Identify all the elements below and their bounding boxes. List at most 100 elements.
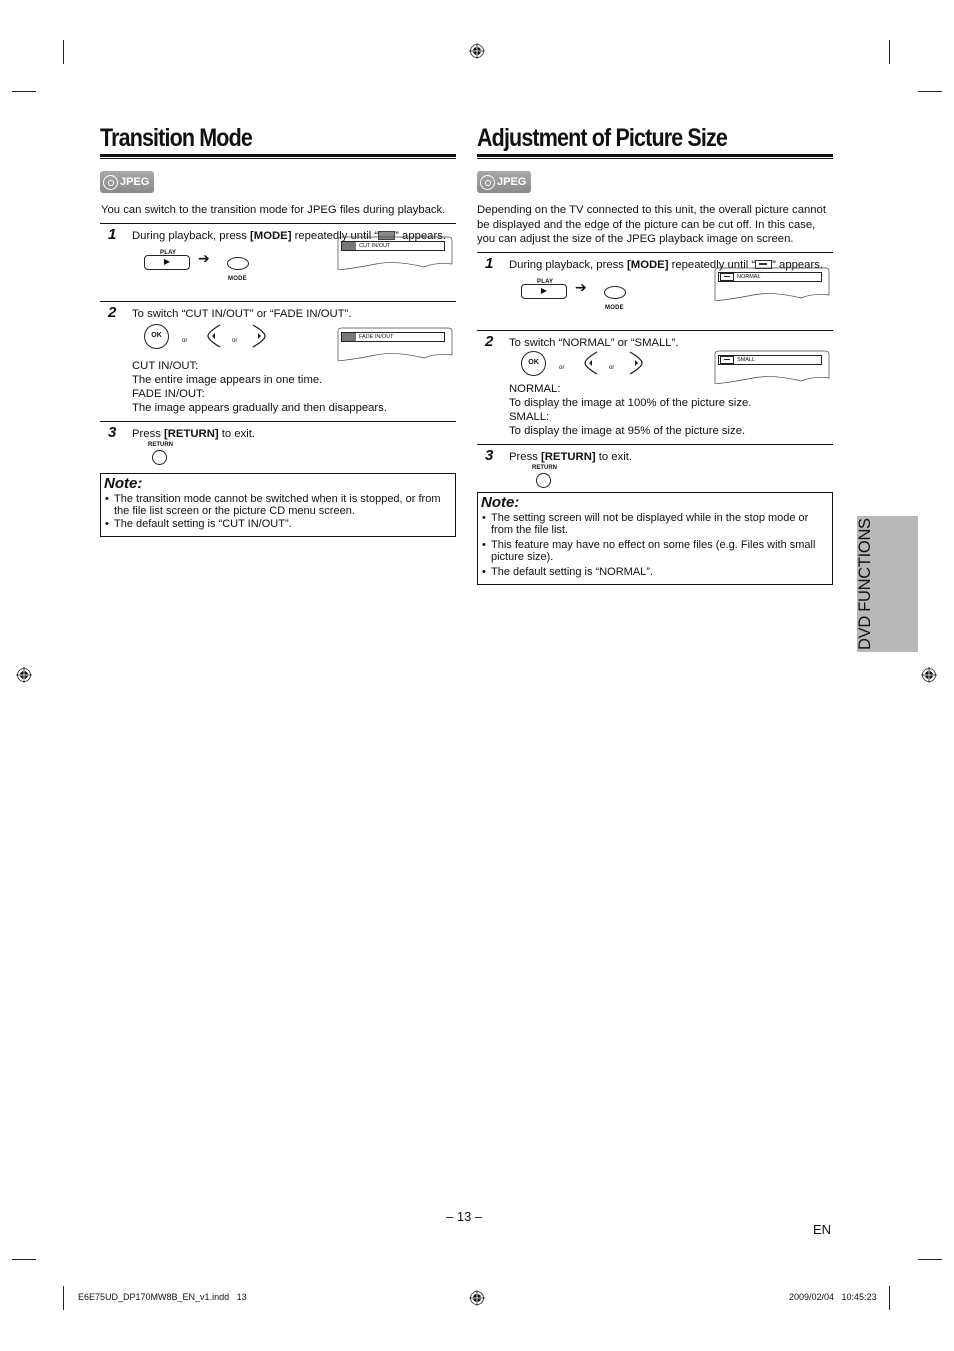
or-text: or bbox=[232, 337, 238, 344]
step-text: To switch “NORMAL” or “SMALL”. bbox=[509, 336, 679, 349]
note-item: The default setting is “CUT IN/OUT”. bbox=[104, 518, 451, 530]
mode-button[interactable] bbox=[604, 285, 626, 299]
jpeg-transition-icon bbox=[342, 332, 356, 341]
option-description: The image appears gradually and then dis… bbox=[132, 401, 387, 414]
disc-icon bbox=[103, 174, 118, 190]
jpeg-badge: JPEG bbox=[477, 171, 531, 193]
crop-mark bbox=[918, 1259, 942, 1260]
or-text: or bbox=[559, 364, 565, 371]
mode-button[interactable] bbox=[227, 256, 249, 270]
mode-label: MODE bbox=[228, 275, 247, 282]
crop-mark bbox=[63, 40, 64, 64]
return-button[interactable] bbox=[152, 449, 167, 465]
osd-text: FADE IN/OUT bbox=[359, 333, 394, 340]
step-3: 3 Press [RETURN] to exit. RETURN bbox=[477, 445, 833, 490]
step-text: to exit. bbox=[595, 450, 633, 463]
note-item: This feature may have no effect on some … bbox=[481, 539, 828, 563]
or-text: or bbox=[182, 337, 188, 344]
option-descriptions: NORMAL: To display the image at 100% of … bbox=[509, 382, 833, 438]
crop-mark bbox=[12, 91, 36, 92]
title-rule bbox=[477, 154, 833, 159]
step-text: During playback, press bbox=[509, 258, 628, 271]
osd-text: SMALL bbox=[737, 356, 756, 363]
step-text: Press bbox=[509, 450, 542, 463]
left-arrow-button[interactable] bbox=[206, 323, 222, 348]
step-2: 2 To switch “CUT IN/OUT” or “FADE IN/OUT… bbox=[100, 302, 456, 421]
ok-label: OK bbox=[151, 332, 162, 339]
step-number: 1 bbox=[108, 225, 117, 243]
registration-mark-icon bbox=[469, 43, 485, 59]
return-label: RETURN bbox=[148, 441, 173, 448]
ok-button[interactable]: OK bbox=[144, 323, 169, 349]
section-title: Adjustment of Picture Size bbox=[477, 124, 728, 152]
key-name: [RETURN] bbox=[164, 427, 219, 440]
note-title: Note: bbox=[104, 474, 143, 492]
note-item: The setting screen will not be displayed… bbox=[481, 512, 828, 536]
step-1: 1 During playback, press [MODE] repeated… bbox=[477, 253, 833, 330]
return-label: RETURN bbox=[532, 464, 557, 471]
key-name: [RETURN] bbox=[541, 450, 596, 463]
crop-mark bbox=[889, 40, 890, 64]
crop-mark bbox=[63, 1286, 64, 1310]
step-text: to exit. bbox=[218, 427, 256, 440]
tv-screen-osd: FADE IN/OUT bbox=[336, 327, 454, 361]
step-number: 2 bbox=[108, 303, 117, 321]
title-rule bbox=[100, 154, 456, 159]
or-text: or bbox=[609, 364, 615, 371]
step-diagram: PLAY ▶ ➔ MODE NORMAL bbox=[477, 267, 833, 324]
ok-label: OK bbox=[528, 359, 539, 366]
registration-mark-icon bbox=[921, 667, 937, 683]
step-1: 1 During playback, press [MODE] repeated… bbox=[100, 224, 456, 301]
tv-screen-osd: NORMAL bbox=[713, 267, 831, 301]
language-label: EN bbox=[813, 1222, 832, 1237]
note-box: Note: The transition mode cannot be swit… bbox=[100, 472, 456, 537]
step-number: 3 bbox=[108, 423, 117, 441]
osd-text: CUT IN/OUT bbox=[359, 242, 391, 249]
option-label: SMALL: bbox=[509, 410, 550, 423]
step-number: 1 bbox=[485, 254, 494, 272]
osd-text: NORMAL bbox=[737, 273, 761, 280]
tv-screen-osd: CUT IN/OUT bbox=[336, 236, 454, 270]
key-name: [MODE] bbox=[627, 258, 669, 271]
option-label: CUT IN/OUT: bbox=[132, 359, 199, 372]
arrow-icon: ➔ bbox=[198, 249, 210, 266]
print-timestamp: 2009/02/04 10:45:23 bbox=[789, 1292, 877, 1302]
note-title: Note: bbox=[481, 493, 520, 511]
section-tab-label: DVD FUNCTIONS bbox=[856, 518, 874, 650]
play-button[interactable]: ▶ bbox=[521, 283, 567, 299]
step-text: Press bbox=[132, 427, 165, 440]
ok-button[interactable]: OK bbox=[521, 350, 546, 376]
option-label: NORMAL: bbox=[509, 382, 561, 395]
arrow-icon: ➔ bbox=[575, 278, 587, 295]
return-button[interactable] bbox=[536, 472, 551, 488]
disc-icon bbox=[480, 174, 495, 190]
picture-size-icon bbox=[720, 272, 734, 281]
step-diagram: OK or or FADE IN/OUT bbox=[132, 321, 456, 361]
file-info: E6E75UD_DP170MW8B_EN_v1.indd 13 bbox=[78, 1292, 247, 1302]
crop-mark bbox=[12, 1259, 36, 1260]
right-arrow-button[interactable] bbox=[251, 323, 267, 348]
step-text: To switch “CUT IN/OUT” or “FADE IN/OUT”. bbox=[132, 307, 352, 320]
left-arrow-button[interactable] bbox=[583, 350, 599, 375]
option-description: To display the image at 100% of the pict… bbox=[509, 396, 752, 409]
intro-text: You can switch to the transition mode fo… bbox=[101, 204, 446, 216]
crop-mark bbox=[918, 91, 942, 92]
badge-label: JPEG bbox=[120, 176, 150, 188]
option-descriptions: CUT IN/OUT: The entire image appears in … bbox=[132, 359, 456, 415]
note-item: The default setting is “NORMAL”. bbox=[481, 566, 828, 578]
jpeg-badge: JPEG bbox=[100, 171, 154, 193]
step-2: 2 To switch “NORMAL” or “SMALL”. OK or o… bbox=[477, 331, 833, 444]
option-description: The entire image appears in one time. bbox=[132, 373, 323, 386]
jpeg-transition-icon bbox=[342, 241, 356, 250]
play-button[interactable]: ▶ bbox=[144, 254, 190, 270]
right-arrow-button[interactable] bbox=[628, 350, 644, 375]
option-label: FADE IN/OUT: bbox=[132, 387, 205, 400]
section-tab-dvd-functions: DVD FUNCTIONS bbox=[856, 516, 918, 652]
step-number: 3 bbox=[485, 446, 494, 464]
step-text: During playback, press bbox=[132, 229, 251, 242]
section-picture-size: Adjustment of Picture Size JPEG Dependin… bbox=[477, 124, 833, 585]
registration-mark-icon bbox=[16, 667, 32, 683]
option-description: To display the image at 95% of the pictu… bbox=[509, 424, 746, 437]
note-item: The transition mode cannot be switched w… bbox=[104, 493, 451, 517]
note-box: Note: The setting screen will not be dis… bbox=[477, 491, 833, 585]
